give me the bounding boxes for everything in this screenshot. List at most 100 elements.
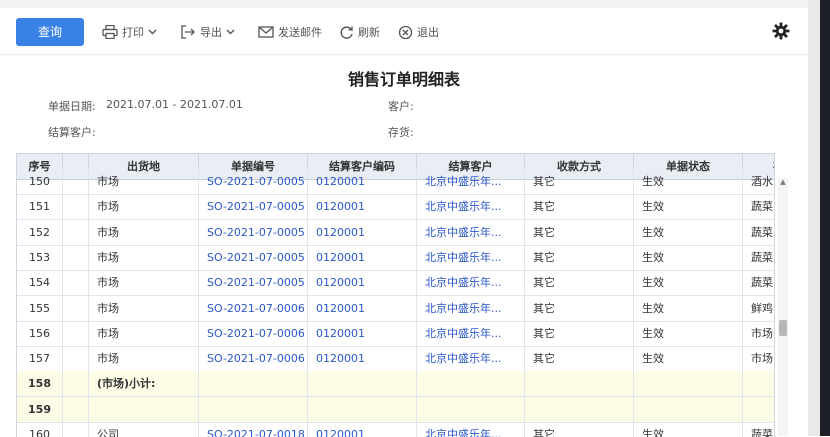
cell-cust-code[interactable]: 0120001: [308, 270, 417, 296]
cell-stock: [743, 397, 774, 422]
cell-doc-no[interactable]: SO-2021-07-0005: [199, 244, 308, 270]
cell-seq: 159: [17, 396, 63, 422]
cell-customer[interactable]: 北京中盛乐年...: [417, 244, 525, 270]
cell-stock: 市场: [743, 321, 774, 346]
cell-customer[interactable]: 北京中盛乐年...: [417, 169, 525, 194]
cell-stock: 蔬菜: [743, 245, 774, 270]
cell-status: 生效: [634, 169, 743, 194]
cell-doc-no[interactable]: SO-2021-07-0005: [199, 270, 308, 296]
print-button[interactable]: 打印: [102, 24, 157, 40]
cell-blank: [63, 244, 89, 270]
cell-cust-code[interactable]: 0120001: [308, 320, 417, 346]
export-label: 导出: [200, 26, 222, 39]
table-row[interactable]: 157 市场 SO-2021-07-0006 0120001 北京中盛乐年... 其它 生效…: [17, 346, 774, 373]
cell-place: [89, 396, 199, 422]
cell-cust-code[interactable]: 0120001: [308, 244, 417, 270]
stock-label: 存货:: [388, 126, 414, 139]
cell-payment: 其它: [525, 422, 634, 437]
cell-doc-no[interactable]: SO-2021-07-0005: [199, 169, 308, 194]
table-row[interactable]: 160 公司 SO-2021-07-0018 0120001 北京中盛乐年... 其它 生效…: [17, 422, 774, 437]
cell-status: 生效: [634, 346, 743, 372]
cell-doc-no: [199, 396, 308, 422]
exit-button[interactable]: 退出: [398, 24, 439, 40]
date-label: 单据日期:: [48, 100, 96, 113]
exit-label: 退出: [417, 26, 439, 39]
vertical-scrollbar[interactable]: ▲: [778, 178, 788, 436]
report-title: 销售订单明细表: [347, 70, 460, 89]
cell-seq: 153: [17, 244, 63, 270]
cell-doc-no[interactable]: SO-2021-07-0006: [199, 320, 308, 346]
cell-place: 公司: [89, 422, 199, 437]
export-button[interactable]: 导出: [180, 24, 235, 40]
scroll-thumb[interactable]: [779, 320, 787, 336]
cell-doc-no: [199, 371, 308, 397]
cell-doc-no[interactable]: SO-2021-07-0005: [199, 219, 308, 245]
cell-customer[interactable]: 北京中盛乐年...: [417, 346, 525, 372]
table-row[interactable]: 151 市场 SO-2021-07-0005 0120001 北京中盛乐年... 其它 生效…: [17, 194, 774, 221]
cell-customer[interactable]: 北京中盛乐年...: [417, 422, 525, 437]
cell-customer[interactable]: 北京中盛乐年...: [417, 320, 525, 346]
cell-status: 生效: [634, 320, 743, 346]
cell-seq: 156: [17, 320, 63, 346]
cell-doc-no[interactable]: SO-2021-07-0018: [199, 422, 308, 437]
cell-blank: [63, 422, 89, 437]
cell-cust-code[interactable]: 0120001: [308, 346, 417, 372]
refresh-label: 刷新: [358, 26, 380, 39]
cell-payment: [525, 396, 634, 422]
table-row[interactable]: 156 市场 SO-2021-07-0006 0120001 北京中盛乐年... 其它 生效…: [17, 320, 774, 347]
cell-blank: [63, 295, 89, 321]
cell-doc-no[interactable]: SO-2021-07-0006: [199, 295, 308, 321]
cell-customer[interactable]: 北京中盛乐年...: [417, 270, 525, 296]
query-button[interactable]: 查询: [16, 18, 84, 46]
cell-status: 生效: [634, 194, 743, 220]
cell-blank: [63, 371, 89, 397]
table-row[interactable]: 153 市场 SO-2021-07-0005 0120001 北京中盛乐年... 其它 生效…: [17, 244, 774, 271]
subtotal-row[interactable]: 159: [17, 396, 774, 423]
cell-seq: 157: [17, 346, 63, 372]
cell-payment: 其它: [525, 219, 634, 245]
send-email-label: 发送邮件: [278, 26, 322, 39]
cell-doc-no[interactable]: SO-2021-07-0006: [199, 346, 308, 372]
cell-payment: 其它: [525, 169, 634, 194]
tab-active[interactable]: [282, 0, 410, 8]
table-row[interactable]: 152 市场 SO-2021-07-0005 0120001 北京中盛乐年... 其它 生效…: [17, 219, 774, 246]
cell-payment: 其它: [525, 194, 634, 220]
cell-status: 生效: [634, 244, 743, 270]
cell-cust-code[interactable]: 0120001: [308, 169, 417, 194]
cell-customer[interactable]: 北京中盛乐年...: [417, 219, 525, 245]
customer-label: 客户:: [388, 100, 414, 113]
scroll-up-icon[interactable]: ▲: [778, 178, 788, 186]
cell-stock: 市场: [743, 346, 774, 371]
cell-cust-code[interactable]: 0120001: [308, 194, 417, 220]
gear-icon[interactable]: [772, 22, 790, 44]
table-row[interactable]: 150 市场 SO-2021-07-0005 0120001 北京中盛乐年... 其它 生效…: [17, 169, 774, 195]
cell-cust-code[interactable]: 0120001: [308, 422, 417, 437]
cell-customer: [417, 371, 525, 397]
table-row[interactable]: 155 市场 SO-2021-07-0006 0120001 北京中盛乐年... 其它 生效…: [17, 295, 774, 322]
cell-place: 市场: [89, 194, 199, 220]
send-email-button[interactable]: 发送邮件: [258, 24, 322, 40]
cell-blank: [63, 346, 89, 372]
cell-doc-no[interactable]: SO-2021-07-0005: [199, 194, 308, 220]
refresh-button[interactable]: 刷新: [339, 24, 380, 40]
cell-stock: 蔬菜: [743, 220, 774, 245]
cell-status: 生效: [634, 295, 743, 321]
cell-customer[interactable]: 北京中盛乐年...: [417, 194, 525, 220]
cell-payment: 其它: [525, 270, 634, 296]
export-icon: [181, 25, 195, 39]
mail-icon: [258, 26, 274, 38]
cell-cust-code[interactable]: 0120001: [308, 295, 417, 321]
cell-place: (市场)小计:: [89, 371, 199, 397]
cell-stock: [743, 371, 774, 396]
cell-cust-code[interactable]: 0120001: [308, 219, 417, 245]
subtotal-row[interactable]: 158 (市场)小计:: [17, 371, 774, 398]
printer-icon: [102, 25, 118, 39]
cell-payment: 其它: [525, 346, 634, 372]
cell-stock: 蔬菜: [743, 194, 774, 219]
cell-status: 生效: [634, 270, 743, 296]
cell-status: [634, 371, 743, 397]
cell-place: 市场: [89, 346, 199, 372]
table-row[interactable]: 154 市场 SO-2021-07-0005 0120001 北京中盛乐年... 其它 生效…: [17, 270, 774, 297]
cell-customer[interactable]: 北京中盛乐年...: [417, 295, 525, 321]
cell-payment: 其它: [525, 244, 634, 270]
